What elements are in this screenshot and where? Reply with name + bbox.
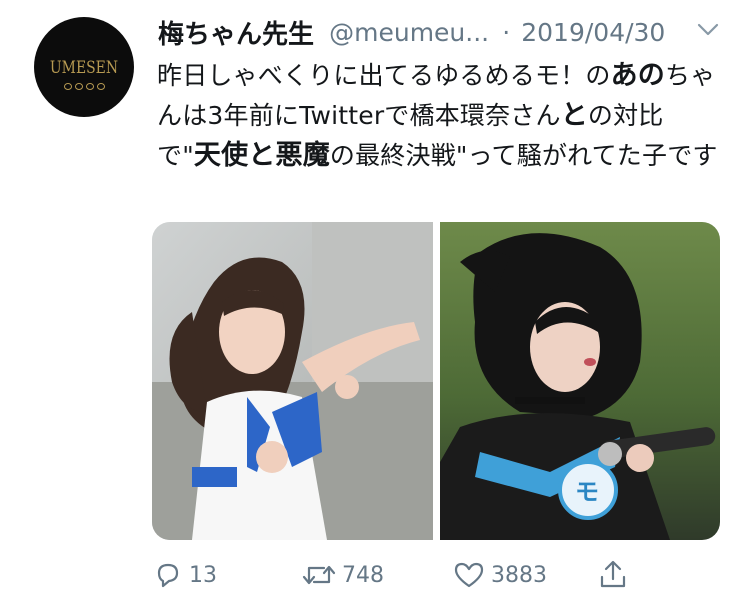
share-icon [600, 560, 626, 588]
like-button[interactable]: 3883 [453, 555, 547, 595]
share-button[interactable] [598, 555, 628, 595]
idol-photo-right[interactable]: モ [440, 222, 720, 540]
tweet-text: 昨日しゃべくりに出てるゆるめるモ！のあのちゃんは3年前にTwitterで橋本環奈… [157, 56, 722, 176]
user-handle[interactable]: @meumeu... [329, 18, 489, 47]
heart-icon [454, 562, 484, 588]
tweet-actions: 13 748 3883 [0, 555, 750, 595]
tweet-date[interactable]: 2019/04/30 [521, 18, 665, 47]
tweet-text-bold: 天使と悪魔 [193, 140, 330, 171]
reply-button[interactable]: 13 [153, 555, 217, 595]
avatar[interactable]: UMESEN [34, 17, 134, 117]
idol-photo-left[interactable] [152, 222, 433, 540]
like-count: 3883 [491, 562, 547, 588]
retweet-count: 748 [342, 562, 384, 588]
avatar-logo-text: UMESEN [49, 58, 119, 78]
tweet-media[interactable]: モ [152, 222, 720, 540]
tweet-text-bold: あの [610, 60, 666, 91]
media-divider [433, 222, 440, 540]
retweet-button[interactable]: 748 [302, 555, 384, 595]
svg-text:モ: モ [575, 478, 599, 506]
tweet-text-part: 昨日しゃべくりに出てるゆるめるモ！の [157, 61, 611, 90]
chevron-down-icon[interactable] [697, 22, 719, 38]
tweet-text-part: の最終決戦"って騒がれてた子です [329, 141, 718, 170]
tweet-card[interactable]: UMESEN 梅ちゃん先生 @meumeu... · 2019/04/30 昨日… [0, 0, 750, 610]
display-name[interactable]: 梅ちゃん先生 [158, 14, 314, 51]
retweet-icon [302, 565, 336, 585]
avatar-logo-symbols [34, 83, 134, 93]
separator-dot: · [502, 18, 511, 47]
reply-icon [157, 563, 179, 588]
tweet-header: 梅ちゃん先生 @meumeu... · 2019/04/30 [158, 14, 718, 50]
reply-count: 13 [189, 562, 217, 588]
tweet-text-bold: と [560, 100, 588, 131]
